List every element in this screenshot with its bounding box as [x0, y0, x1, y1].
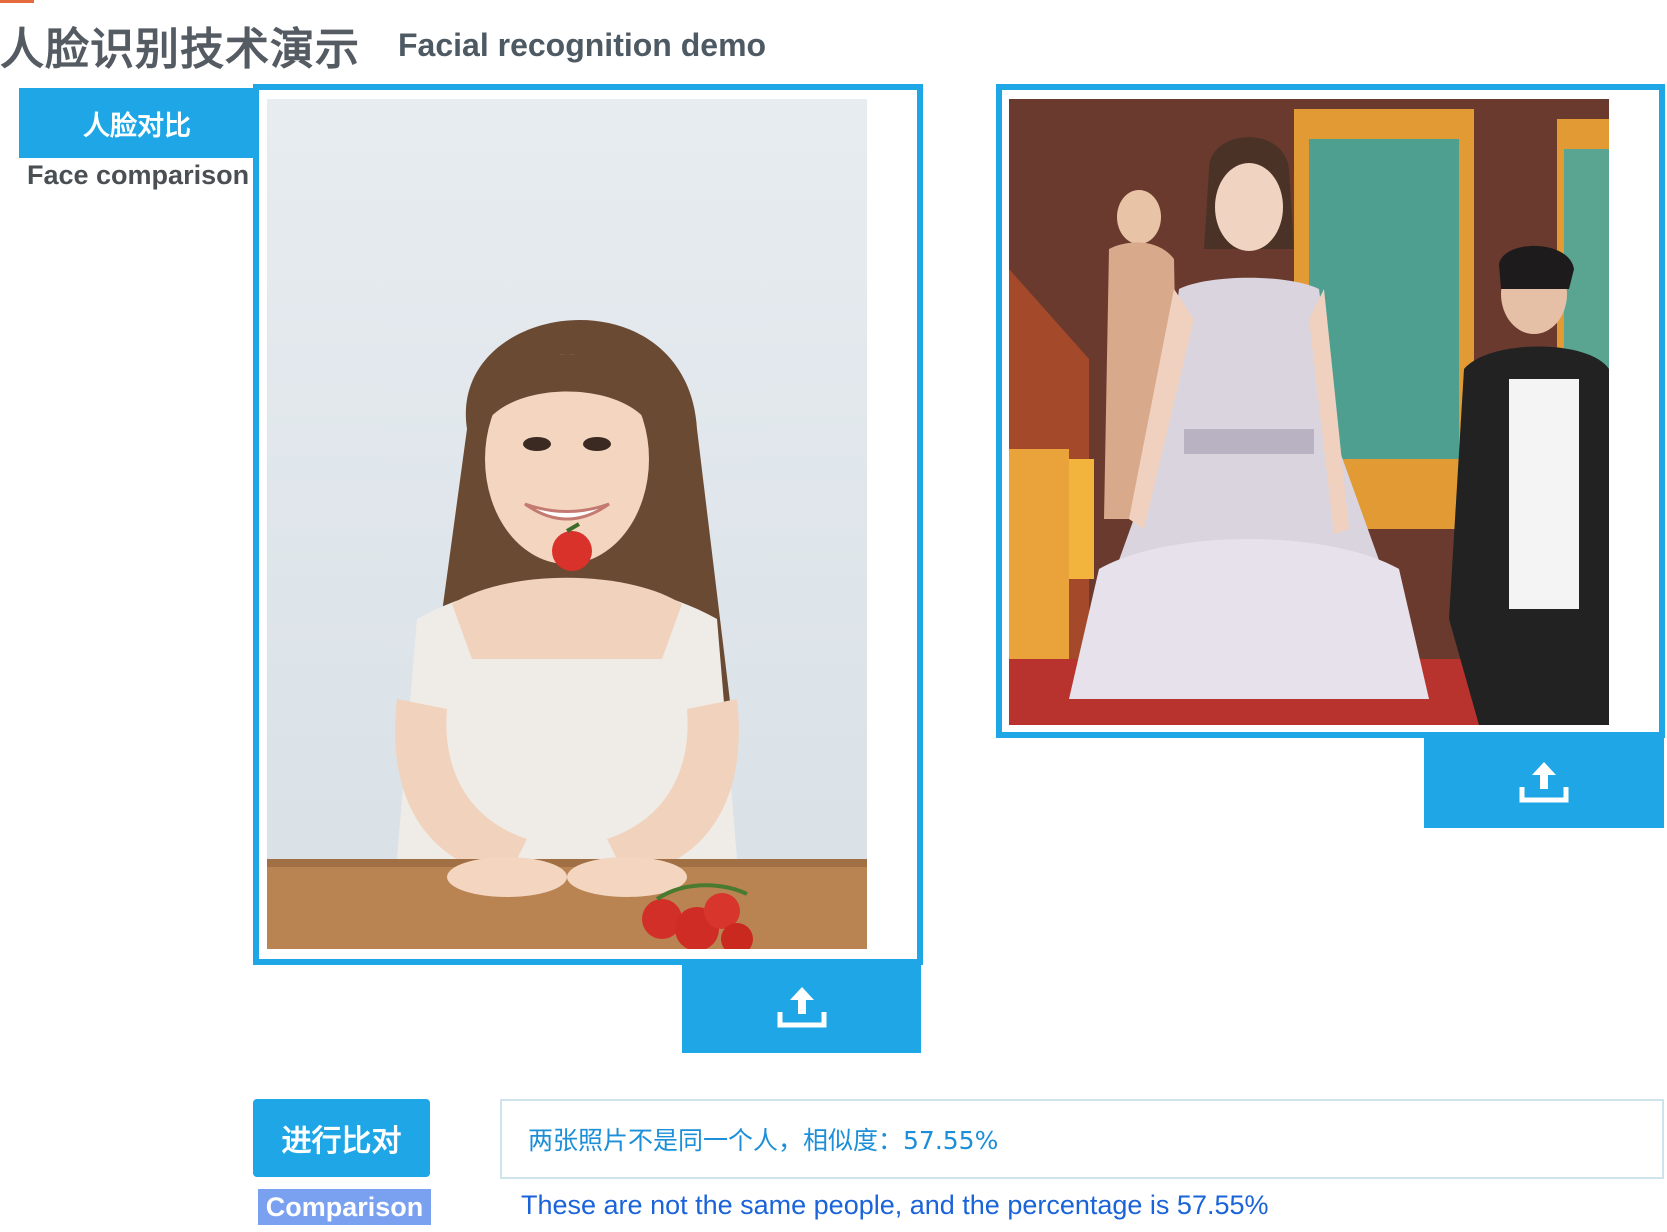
- tab-face-comparison-caption: Face comparison: [27, 160, 250, 190]
- page-title: 人脸识别技术演示 Facial recognition demo: [0, 10, 766, 80]
- accent-mark: [0, 0, 34, 3]
- left-upload-button[interactable]: [682, 961, 921, 1053]
- compare-caption: Comparison: [258, 1189, 431, 1225]
- right-upload-button[interactable]: [1424, 735, 1664, 828]
- page-title-cn: 人脸识别技术演示: [0, 24, 360, 75]
- right-photo: [1009, 99, 1609, 725]
- page-title-en: Facial recognition demo: [398, 26, 767, 63]
- tab-face-comparison[interactable]: 人脸对比: [19, 88, 255, 158]
- left-photo-image: [267, 99, 867, 949]
- result-message-en: These are not the same people, and the p…: [521, 1190, 1269, 1220]
- compare-button[interactable]: 进行比对: [253, 1099, 430, 1177]
- result-message-cn: 两张照片不是同一个人，相似度：57.55%: [528, 1126, 999, 1155]
- right-photo-image: [1009, 99, 1609, 725]
- upload-icon: [1519, 761, 1569, 802]
- left-photo: [267, 99, 867, 949]
- upload-icon: [777, 987, 826, 1028]
- result-box: 两张照片不是同一个人，相似度：57.55%: [500, 1099, 1664, 1179]
